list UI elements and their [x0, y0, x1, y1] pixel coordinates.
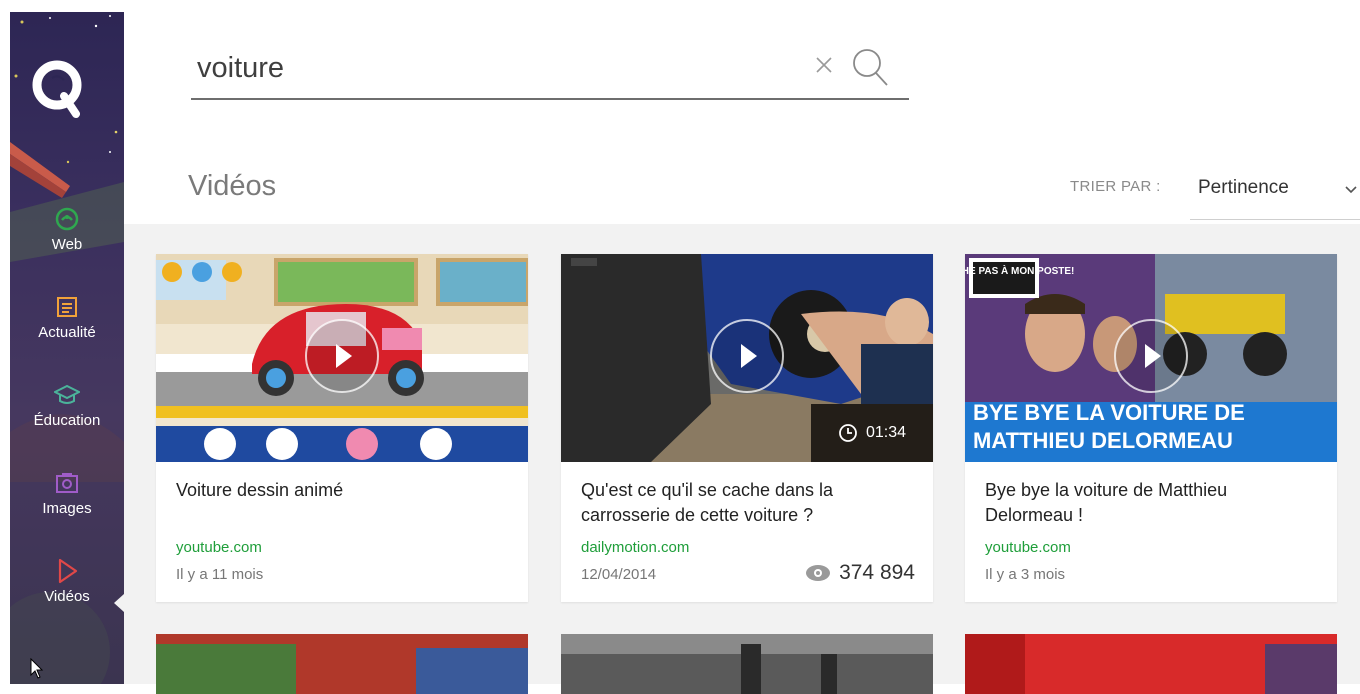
sidebar-item-label: Éducation [33, 412, 101, 429]
video-source[interactable]: dailymotion.com [581, 539, 689, 556]
video-title[interactable]: Qu'est ce qu'il se cache dans la carross… [581, 478, 913, 528]
video-thumbnail[interactable]: TOUCHE PAS À MON POSTE! BYE BYE LA VOITU… [965, 254, 1337, 462]
play-icon[interactable] [1113, 318, 1189, 394]
video-title[interactable]: Bye bye la voiture de Matthieu Delormeau… [985, 478, 1317, 528]
sidebar-item-label: Vidéos [44, 588, 90, 605]
play-icon[interactable] [709, 318, 785, 394]
video-source[interactable]: youtube.com [985, 539, 1071, 556]
video-card[interactable] [156, 634, 528, 694]
sidebar-item-web[interactable]: Web [10, 202, 124, 286]
eye-icon [806, 565, 831, 581]
sidebar-item-images[interactable]: Images [10, 466, 124, 550]
mouse-cursor-icon [30, 658, 44, 679]
svg-text:BYE BYE LA VOITURE DE: BYE BYE LA VOITURE DE [973, 400, 1245, 425]
results-grid: Voiture dessin animé youtube.com Il y a … [124, 224, 1360, 694]
duration-badge: 01:34 [811, 404, 933, 462]
video-thumbnail[interactable] [156, 634, 528, 694]
video-card[interactable]: TOUCHE PAS À MON POSTE! BYE BYE LA VOITU… [965, 254, 1337, 602]
video-card[interactable] [561, 634, 933, 694]
sidebar-item-videos[interactable]: Vidéos [10, 554, 124, 638]
section-header: Vidéos TRIER PAR : Pertinence [124, 140, 1360, 224]
sort-dropdown[interactable]: Pertinence [1190, 168, 1360, 220]
search-icon[interactable] [851, 47, 889, 87]
sort-value: Pertinence [1198, 177, 1289, 198]
sidebar-item-label: Actualité [38, 324, 96, 341]
play-outline-icon [54, 558, 80, 584]
video-date: Il y a 3 mois [985, 566, 1066, 583]
svg-text:MATTHIEU DELORMEAU: MATTHIEU DELORMEAU [973, 428, 1233, 453]
sidebar-item-education[interactable]: Éducation [10, 378, 124, 462]
search-bar [191, 40, 909, 100]
video-date: 12/04/2014 [581, 566, 657, 583]
clock-icon [839, 424, 857, 442]
video-card[interactable] [965, 634, 1337, 694]
view-count: 374 894 [805, 561, 915, 585]
video-source[interactable]: youtube.com [176, 539, 262, 556]
duration-text: 01:34 [865, 424, 907, 441]
main-content: Vidéos TRIER PAR : Pertinence [124, 0, 1360, 694]
search-input[interactable] [197, 48, 797, 88]
video-thumbnail[interactable] [561, 634, 933, 694]
graduation-cap-icon [54, 382, 80, 408]
sidebar: Web Actualité Éducation Images Vidéos [10, 12, 124, 684]
video-thumbnail[interactable] [965, 634, 1337, 694]
camera-icon [54, 470, 80, 496]
video-date: Il y a 11 mois [176, 566, 264, 583]
video-card[interactable]: 01:34 Qu'est ce qu'il se cache dans la c… [561, 254, 933, 602]
sidebar-item-news[interactable]: Actualité [10, 290, 124, 374]
play-icon[interactable] [304, 318, 380, 394]
sort-label: TRIER PAR : [1070, 178, 1161, 195]
video-thumbnail[interactable] [156, 254, 528, 462]
section-title: Vidéos [188, 170, 277, 202]
sidebar-item-label: Web [51, 236, 83, 253]
video-thumbnail[interactable]: 01:34 [561, 254, 933, 462]
web-icon [54, 206, 80, 232]
views-count: 374 894 [839, 561, 915, 584]
pencil-decoration [10, 142, 70, 198]
news-icon [54, 294, 80, 320]
chevron-down-icon [1345, 186, 1357, 194]
sidebar-item-label: Images [42, 500, 92, 517]
app-logo[interactable] [30, 58, 84, 118]
video-card[interactable]: Voiture dessin animé youtube.com Il y a … [156, 254, 528, 602]
video-title[interactable]: Voiture dessin animé [176, 478, 508, 503]
svg-text:TOUCHE PAS À MON POSTE!: TOUCHE PAS À MON POSTE! [965, 264, 1074, 277]
close-icon[interactable] [813, 54, 835, 76]
